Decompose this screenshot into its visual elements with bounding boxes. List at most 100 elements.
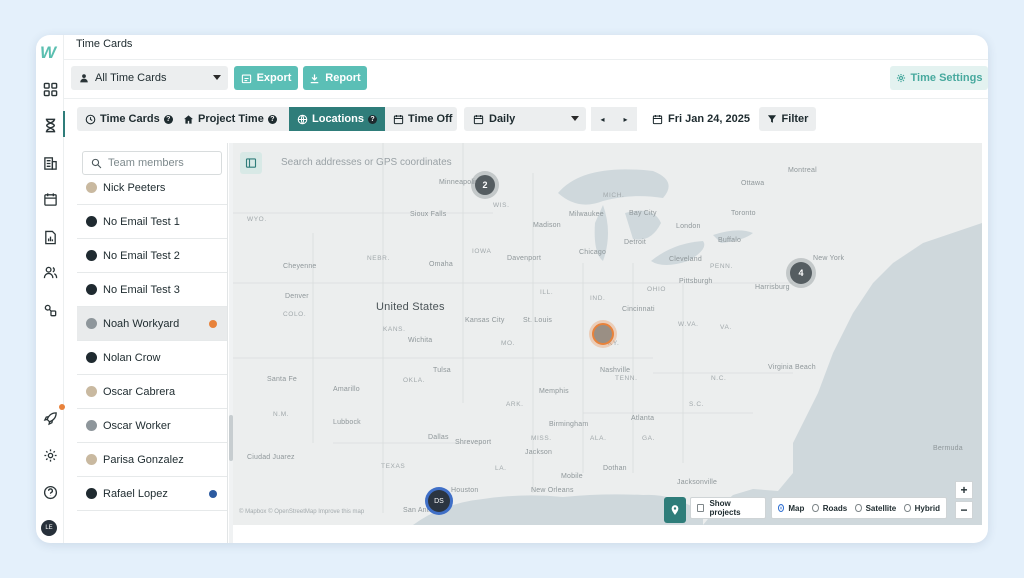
tab-locations[interactable]: Locations ?	[289, 107, 385, 131]
state-label: IND.	[590, 295, 606, 302]
header-divider	[64, 59, 988, 60]
member-name: Noah Workyard	[103, 317, 180, 330]
app-logo[interactable]: W	[40, 43, 56, 63]
state-label: MO.	[501, 340, 516, 347]
show-projects-checkbox[interactable]	[697, 504, 705, 512]
member-list-item[interactable]: Nolan Crow	[77, 341, 227, 375]
map-type-satellite-radio[interactable]	[855, 504, 862, 512]
toolbar-divider	[64, 98, 988, 99]
report-icon[interactable]	[38, 225, 62, 249]
help-icon[interactable]: ?	[267, 114, 277, 124]
avatar	[86, 318, 97, 329]
help-icon[interactable]: ?	[367, 114, 377, 124]
filter-label: Filter	[781, 113, 809, 125]
state-label: PENN.	[710, 263, 733, 270]
tab-project-time[interactable]: Project Time ?	[175, 107, 289, 131]
state-label: WYO.	[247, 216, 267, 223]
member-list-item[interactable]: No Email Test 2	[77, 239, 227, 273]
date-display[interactable]: Fri Jan 24, 2025	[652, 107, 750, 131]
city-label: Cheyenne	[283, 263, 317, 270]
employee-location-pin[interactable]	[592, 323, 614, 345]
next-day-button[interactable]: ▸	[614, 107, 637, 131]
city-label: Jacksonville	[677, 479, 718, 486]
map-type-roads-radio[interactable]	[812, 504, 819, 512]
city-label: St. Louis	[523, 317, 553, 324]
person-icon	[80, 74, 88, 83]
member-list-item[interactable]: Rafael Lopez	[77, 477, 227, 511]
building-icon[interactable]	[38, 151, 62, 175]
report-label: Report	[325, 72, 361, 84]
city-label: Birmingham	[549, 421, 589, 428]
city-label: Kansas City	[465, 317, 505, 324]
help-icon[interactable]: ?	[163, 114, 173, 124]
city-label: Jackson	[525, 449, 553, 456]
state-label: N.C.	[711, 375, 727, 382]
employee-location-pin[interactable]: DS	[428, 490, 450, 512]
city-label: Denver	[285, 293, 309, 300]
help-icon[interactable]	[38, 480, 62, 504]
city-label: Ciudad Juarez	[247, 454, 295, 461]
export-button[interactable]: Export	[234, 66, 298, 90]
filter-button[interactable]: Filter	[759, 107, 816, 131]
time-cards-filter-select[interactable]: All Time Cards	[71, 66, 228, 90]
member-name: Rafael Lopez	[103, 487, 168, 500]
city-label: Pittsburgh	[679, 278, 713, 285]
clock-icon	[85, 114, 96, 124]
show-projects-toggle[interactable]: Show projects	[690, 497, 766, 519]
map-type-label: Map	[788, 503, 805, 513]
people-icon[interactable]	[38, 260, 62, 284]
avatar	[86, 216, 97, 227]
user-avatar[interactable]: LE	[41, 520, 57, 536]
member-list-item[interactable]: No Email Test 1	[77, 205, 227, 239]
calendar-icon	[473, 114, 484, 124]
member-list-item[interactable]: No Email Test 3	[77, 273, 227, 307]
map-type-map-radio[interactable]	[778, 504, 785, 512]
toggle-panel-button[interactable]	[240, 152, 262, 174]
member-name: No Email Test 1	[103, 215, 180, 228]
city-label: Toronto	[731, 210, 756, 217]
current-location-button[interactable]	[664, 497, 686, 523]
avatar	[86, 488, 97, 499]
city-label: Atlanta	[631, 415, 655, 422]
zoom-in-button[interactable]: +	[955, 481, 973, 499]
city-label: Virginia Beach	[768, 364, 816, 371]
tab-time-cards[interactable]: Time Cards ?	[77, 107, 175, 131]
city-label: Lubbock	[333, 419, 361, 426]
integrations-icon[interactable]	[38, 298, 62, 322]
city-label: Bay City	[629, 210, 657, 217]
gear-icon[interactable]	[38, 443, 62, 467]
hourglass-icon[interactable]	[38, 113, 62, 137]
rocket-icon[interactable]	[38, 406, 62, 430]
location-cluster[interactable]: 2	[475, 175, 495, 195]
member-list-item[interactable]: Noah Workyard	[77, 307, 227, 341]
city-label: Bermuda	[933, 445, 963, 452]
state-label: ALA.	[590, 435, 607, 442]
tab-label: Time Cards	[100, 113, 160, 125]
locations-map[interactable]: Search addresses or GPS coordinates Unit…	[233, 143, 982, 525]
report-button[interactable]: Report	[303, 66, 367, 90]
city-label: Nashville	[600, 367, 631, 374]
period-select[interactable]: Daily	[464, 107, 586, 131]
state-label: KANS.	[383, 326, 406, 333]
time-settings-button[interactable]: Time Settings	[890, 66, 988, 90]
state-label: N.M.	[273, 411, 290, 418]
member-list-item[interactable]: Nick Peeters	[77, 171, 227, 205]
map-attribution[interactable]: © Mapbox © OpenStreetMap Improve this ma…	[239, 509, 364, 515]
calendar-icon	[652, 114, 663, 124]
map-type-hybrid-radio[interactable]	[904, 504, 911, 512]
tab-time-off[interactable]: Time Off	[385, 107, 457, 131]
member-list-item[interactable]: Parisa Gonzalez	[77, 443, 227, 477]
dashboard-icon[interactable]	[38, 77, 62, 101]
page-title: Time Cards	[76, 38, 133, 50]
member-list-item[interactable]: Oscar Worker	[77, 409, 227, 443]
map-search-input[interactable]: Search addresses or GPS coordinates	[273, 151, 473, 173]
previous-day-button[interactable]: ◂	[591, 107, 614, 131]
city-label: Detroit	[624, 239, 647, 246]
tab-label: Time Off	[408, 113, 453, 125]
member-list-item[interactable]: Oscar Cabrera	[77, 375, 227, 409]
member-name: Oscar Cabrera	[103, 385, 176, 398]
avatar	[86, 284, 97, 295]
calendar-icon[interactable]	[38, 187, 62, 211]
location-cluster[interactable]: 4	[790, 262, 812, 284]
zoom-out-button[interactable]: −	[955, 501, 973, 519]
